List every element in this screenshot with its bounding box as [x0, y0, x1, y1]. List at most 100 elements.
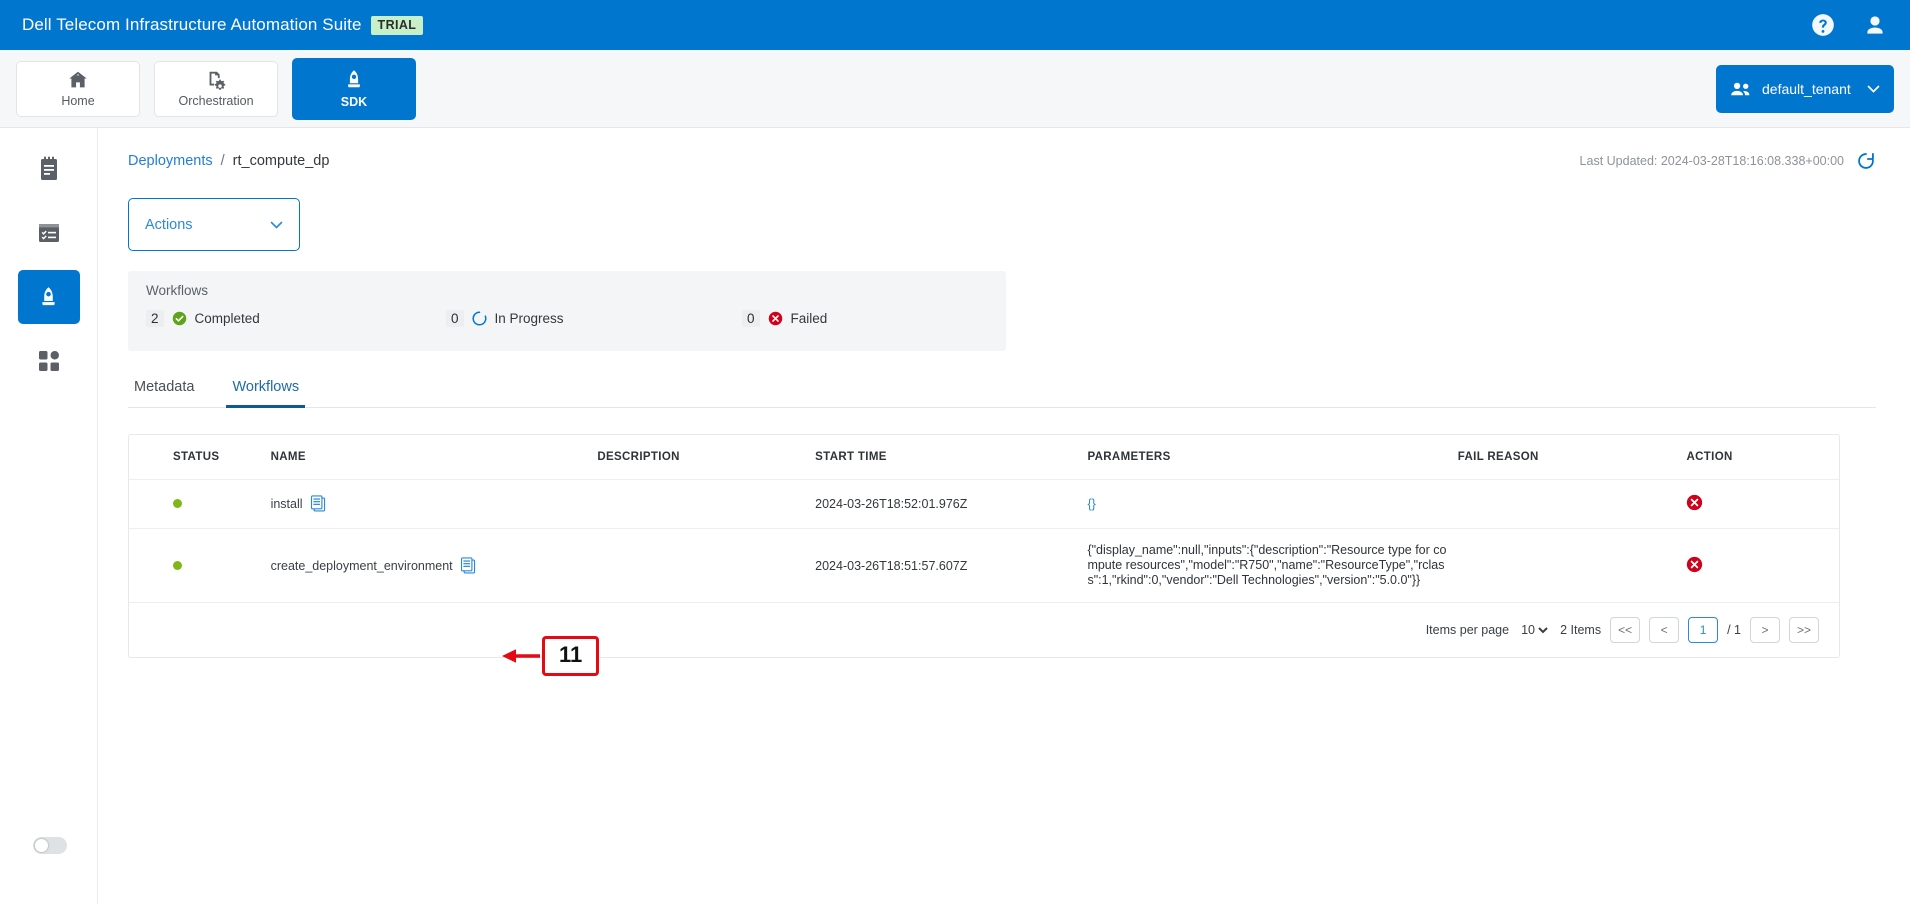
col-name: NAME [270, 435, 598, 480]
cell-status [129, 529, 271, 603]
breadcrumb: Deployments / rt_compute_dp Last Updated… [128, 146, 1876, 176]
cell-parameters: {} [1087, 479, 1458, 529]
cell-action [1686, 529, 1839, 603]
table-body: install 2024-03-26T18:52:01.976Z {} crea… [129, 479, 1839, 603]
cell-start-time: 2024-03-26T18:52:01.976Z [815, 479, 1088, 529]
logs-document-icon[interactable] [460, 556, 477, 575]
items-per-page-label: Items per page [1425, 623, 1510, 637]
page-last-button[interactable]: >> [1789, 617, 1819, 643]
rocket-icon [42, 286, 55, 305]
theme-toggle[interactable] [33, 837, 67, 854]
cell-name: install [270, 479, 598, 529]
users-group-icon [1731, 82, 1750, 95]
last-updated-label: Last Updated: 2024-03-28T18:16:08.338+00… [1579, 154, 1844, 168]
page-prev-button[interactable]: < [1649, 617, 1680, 643]
sidebar-item-apps[interactable] [18, 334, 80, 388]
name-with-logs: install [271, 495, 592, 513]
stat-failed-label: Failed [790, 311, 828, 326]
parameters-value[interactable]: {} [1087, 497, 1095, 511]
breadcrumb-deployments[interactable]: Deployments [128, 153, 213, 169]
parameters-value[interactable]: {"display_name":null,"inputs":{"descript… [1087, 543, 1446, 587]
cell-name: create_deployment_environment [271, 529, 598, 603]
main-content: Deployments / rt_compute_dp Last Updated… [98, 128, 1910, 904]
summary-stats: 2 Completed 0 In Progress 0 Failed [146, 310, 988, 327]
sidebar-item-tasklist[interactable] [18, 206, 80, 260]
sidebar-toggle-wrap [33, 837, 67, 854]
nav-item-sdk-label: SDK [340, 95, 368, 109]
page-body: Deployments / rt_compute_dp Last Updated… [0, 128, 1910, 904]
stat-failed: 0 Failed [742, 310, 827, 327]
left-sidebar [0, 128, 98, 904]
check-circle-icon [172, 311, 186, 326]
cell-status [129, 479, 271, 529]
cell-action [1686, 479, 1839, 529]
items-per-page-select[interactable]: 10 [1517, 622, 1552, 638]
nav-item-home[interactable]: Home [16, 60, 140, 117]
page-current-input[interactable]: 1 [1688, 617, 1719, 643]
top-bar-actions [1810, 12, 1888, 38]
help-circle-icon[interactable] [1810, 12, 1836, 38]
sidebar-item-notepad[interactable] [18, 142, 80, 196]
workflows-summary-card: Workflows 2 Completed 0 In Progress 0 Fa… [128, 271, 1006, 351]
chevron-down-icon [1867, 85, 1880, 93]
home-icon [69, 71, 87, 88]
table-row: create_deployment_environment 2024-03-26… [129, 529, 1839, 603]
stat-completed: 2 Completed [146, 310, 446, 327]
workflows-table: STATUS NAME DESCRIPTION START TIME PARAM… [129, 435, 1839, 602]
items-per-page: Items per page 10 [1425, 622, 1552, 638]
user-account-icon[interactable] [1862, 12, 1888, 38]
col-parameters: PARAMETERS [1087, 435, 1458, 480]
table-row: install 2024-03-26T18:52:01.976Z {} [129, 479, 1839, 529]
notepad-icon [40, 156, 57, 180]
delete-circle-icon[interactable] [1686, 494, 1703, 511]
nav-item-sdk[interactable]: SDK [292, 57, 416, 120]
cell-description [597, 479, 816, 529]
stat-completed-label: Completed [194, 311, 260, 326]
status-dot-completed [173, 499, 182, 508]
last-updated: Last Updated: 2024-03-28T18:16:08.338+00… [1580, 151, 1876, 171]
refresh-icon[interactable] [1856, 151, 1876, 171]
cell-parameters: {"display_name":null,"inputs":{"descript… [1087, 529, 1457, 603]
col-action: ACTION [1686, 435, 1839, 480]
workflows-table-card: STATUS NAME DESCRIPTION START TIME PARAM… [128, 434, 1840, 658]
col-status: STATUS [129, 435, 271, 480]
spinner-icon [471, 311, 487, 326]
col-description: DESCRIPTION [597, 435, 816, 480]
trial-badge: TRIAL [370, 15, 424, 35]
actions-label: Actions [145, 216, 193, 233]
status-dot-completed [173, 560, 182, 570]
name-with-logs: create_deployment_environment [270, 556, 592, 575]
rocket-icon [347, 70, 361, 88]
stat-in-progress: 0 In Progress [446, 310, 742, 327]
tab-workflows[interactable]: Workflows [226, 373, 306, 408]
actions-dropdown[interactable]: Actions [128, 198, 300, 251]
pagination-bar: Items per page 10 2 Items << < 1 / 1 > >… [129, 602, 1839, 657]
orchestration-gear-icon [209, 71, 226, 90]
workflow-name: create_deployment_environment [270, 558, 453, 573]
sidebar-item-sdk[interactable] [17, 270, 80, 324]
delete-circle-icon[interactable] [1686, 556, 1703, 573]
page-first-button[interactable]: << [1610, 617, 1641, 643]
cell-fail-reason [1458, 529, 1687, 603]
tab-metadata[interactable]: Metadata [128, 373, 200, 408]
stat-completed-count: 2 [146, 310, 164, 327]
detail-tabs: Metadata Workflows [128, 373, 1876, 408]
tenant-selector[interactable]: default_tenant [1716, 64, 1894, 113]
grid-apps-icon [38, 351, 59, 371]
error-circle-icon [768, 311, 782, 326]
cell-description [597, 529, 815, 603]
table-header-row: STATUS NAME DESCRIPTION START TIME PARAM… [129, 435, 1839, 480]
nav-item-orchestration[interactable]: Orchestration [154, 60, 278, 117]
nav-item-home-label: Home [61, 94, 95, 108]
cell-start-time: 2024-03-26T18:51:57.607Z [815, 558, 968, 573]
top-app-bar: Dell Telecom Infrastructure Automation S… [0, 0, 1910, 50]
nav-item-orchestration-label: Orchestration [178, 94, 254, 108]
stat-in-progress-count: 0 [446, 310, 464, 327]
stat-failed-count: 0 [742, 310, 760, 327]
chevron-down-icon [270, 221, 283, 229]
page-total-label: / 1 [1727, 623, 1741, 637]
total-items: 2 Items [1560, 623, 1602, 637]
logs-document-icon[interactable] [310, 495, 327, 513]
app-title: Dell Telecom Infrastructure Automation S… [22, 15, 362, 34]
page-next-button[interactable]: > [1750, 617, 1780, 643]
